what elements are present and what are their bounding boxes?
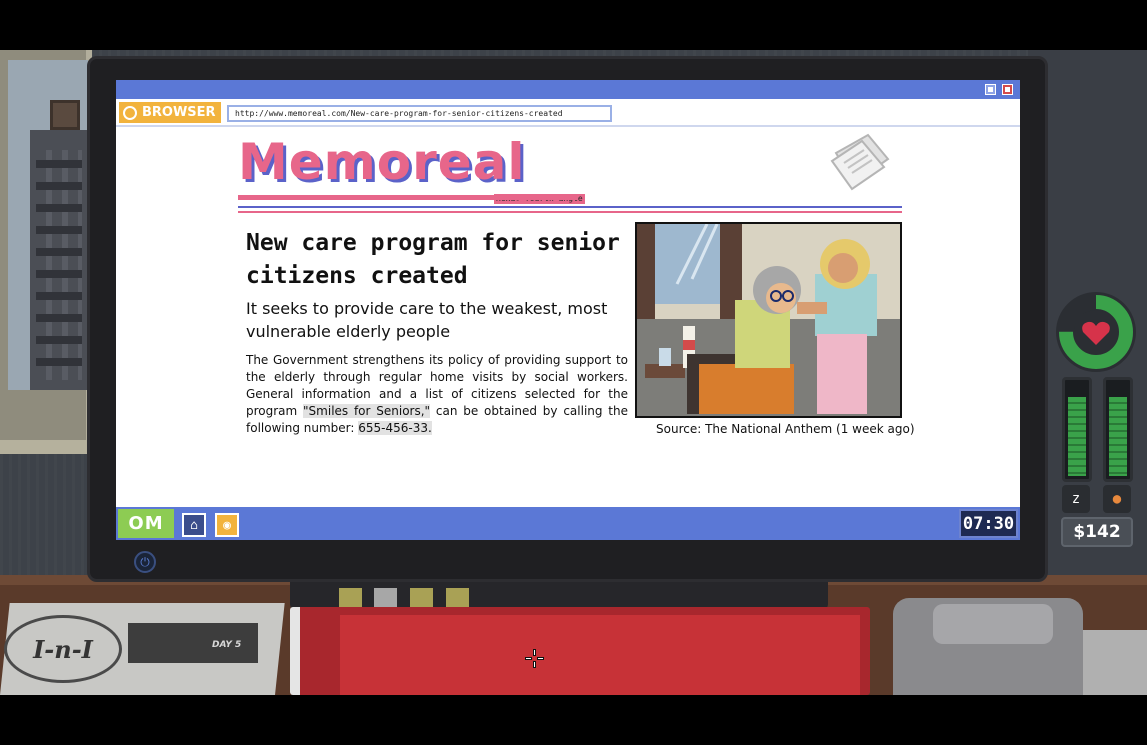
- browser-label: BROWSER: [119, 102, 221, 123]
- article-body: The Government strengthens its policy of…: [246, 352, 628, 437]
- computer-screen: BROWSER http://www.memoreal.com/New-care…: [116, 80, 1020, 540]
- taskbar-clock: 07:30: [959, 509, 1018, 538]
- food-drumstick-icon: ●: [1103, 485, 1131, 513]
- game-scene: ⏻ BROWSER http://www.memoreal.com/New-ca…: [0, 0, 1147, 745]
- site-masthead: Memoreal Hexa© fourth angle: [238, 133, 585, 204]
- newspaper-icon: [830, 133, 890, 191]
- power-icon[interactable]: ⏻: [134, 551, 156, 573]
- article-headline: New care program for senior citizens cre…: [246, 230, 620, 289]
- monitor-stand: [290, 580, 828, 610]
- minimize-button[interactable]: [985, 84, 996, 95]
- crosshair-cursor-icon: [525, 649, 544, 668]
- window-titlebar: [116, 80, 1020, 99]
- site-logo: Memoreal: [238, 133, 526, 191]
- sleep-meter: [1062, 377, 1092, 482]
- divider-blue: [238, 206, 902, 208]
- article-subhead: It seeks to provide care to the weakest,…: [246, 299, 608, 341]
- browser-logo-icon: [123, 105, 137, 120]
- sleep-icon: z: [1062, 485, 1090, 513]
- sleep-meter-fill: [1068, 397, 1086, 476]
- taskbar: OM ⌂ ◉ 07:30: [116, 507, 1020, 540]
- program-name[interactable]: "Smiles for Seniors,": [303, 404, 431, 418]
- divider-pink: [238, 211, 902, 213]
- food-meter: [1103, 377, 1133, 482]
- start-button[interactable]: OM: [118, 509, 174, 538]
- letterbox-top: [0, 0, 1147, 50]
- outside-building: [30, 130, 88, 390]
- browser-toolbar: BROWSER http://www.memoreal.com/New-care…: [116, 99, 1020, 127]
- outside-tower: [50, 100, 80, 130]
- masthead-underline: [238, 195, 578, 200]
- url-field[interactable]: http://www.memoreal.com/New-care-program…: [227, 105, 612, 122]
- web-page: Memoreal Hexa© fourth angle New care pro…: [116, 127, 1020, 507]
- desk-keyboard: [1083, 630, 1147, 695]
- close-button[interactable]: [1002, 84, 1013, 95]
- letterbox-bottom: [0, 695, 1147, 745]
- window-sill: [0, 440, 98, 454]
- health-gauge: [1056, 292, 1136, 372]
- money-counter: $142: [1061, 517, 1133, 547]
- browser-taskbar-icon[interactable]: ◉: [215, 513, 239, 537]
- desk-notebook[interactable]: [290, 607, 870, 695]
- article-photo: [635, 222, 902, 418]
- photo-caption: Source: The National Anthem (1 week ago): [656, 422, 915, 436]
- photo-illustration: [637, 224, 900, 416]
- browser-label-text: BROWSER: [142, 105, 216, 120]
- phone-number[interactable]: 655-456-33.: [358, 421, 432, 435]
- newspaper-day-label: DAY 5: [212, 640, 242, 650]
- newspaper-logo: I-n-I: [4, 615, 122, 683]
- food-meter-fill: [1109, 397, 1127, 476]
- home-icon[interactable]: ⌂: [182, 513, 206, 537]
- desk-telephone[interactable]: [893, 598, 1083, 695]
